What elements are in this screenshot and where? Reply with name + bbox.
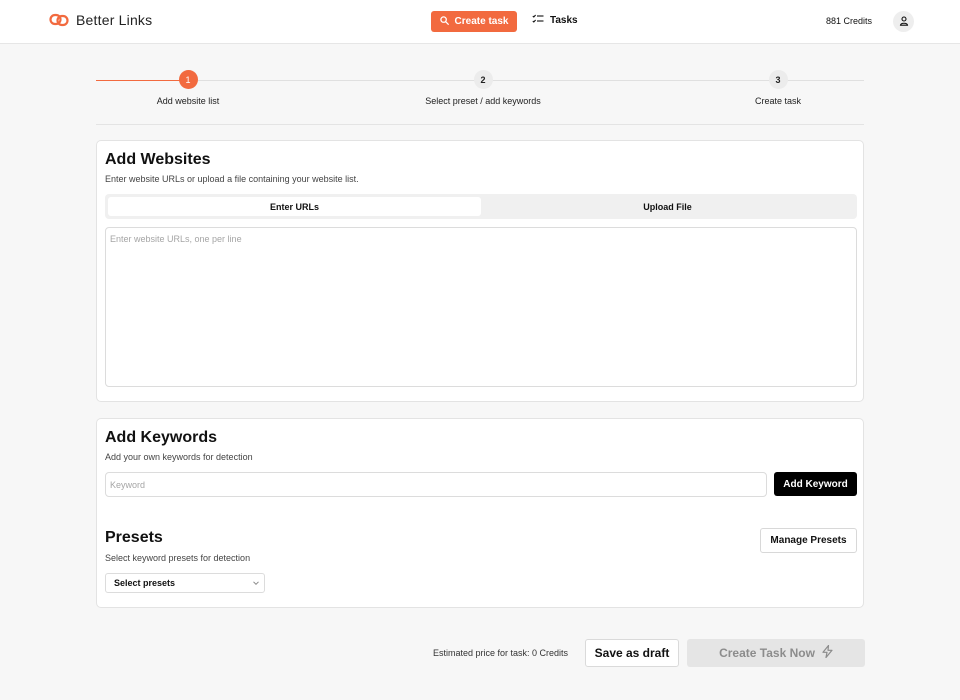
create-task-now-label: Create Task Now	[719, 646, 815, 660]
add-websites-title: Add Websites	[105, 151, 211, 168]
keyword-input[interactable]	[105, 472, 767, 497]
checklist-icon	[532, 14, 550, 27]
step-1-label: Add website list	[156, 96, 220, 106]
presets-subtitle: Select keyword presets for detection	[105, 553, 251, 563]
brand-name: Better Links	[76, 12, 153, 28]
step-1: 1 Add website list	[88, 70, 288, 106]
create-task-now-button[interactable]: Create Task Now	[687, 639, 865, 667]
add-keywords-title: Add Keywords	[105, 429, 218, 446]
step-3-number: 3	[768, 70, 788, 89]
create-task-nav-label: Create task	[454, 16, 509, 27]
add-websites-subtitle: Enter website URLs or upload a file cont…	[105, 174, 359, 184]
keywords-presets-card: Add Keywords Add your own keywords for d…	[96, 418, 864, 608]
manage-presets-button[interactable]: Manage Presets	[760, 528, 857, 553]
estimated-price: Estimated price for task: 0 Credits	[433, 648, 569, 658]
add-keywords-subtitle: Add your own keywords for detection	[105, 452, 253, 462]
step-2-label: Select preset / add keywords	[425, 96, 541, 106]
tasks-nav-label: Tasks	[550, 15, 578, 26]
top-header: Better Links Create task Tasks 881 Credi…	[0, 0, 960, 44]
create-task-nav-button[interactable]: Create task	[431, 11, 517, 32]
step-1-number: 1	[178, 70, 198, 89]
user-avatar-button[interactable]	[893, 11, 914, 32]
website-input-tabs: Enter URLs Upload File	[105, 194, 857, 219]
add-keyword-button[interactable]: Add Keyword	[774, 472, 857, 496]
presets-select[interactable]: Select presets	[105, 573, 265, 593]
progress-stepper: 1 Add website list 2 Select preset / add…	[96, 70, 864, 125]
step-3: 3 Create task	[678, 70, 878, 106]
step-2: 2 Select preset / add keywords	[383, 70, 583, 106]
save-draft-button[interactable]: Save as draft	[585, 639, 679, 667]
user-icon	[899, 13, 909, 31]
step-3-label: Create task	[754, 96, 802, 106]
tab-enter-urls[interactable]: Enter URLs	[108, 197, 481, 216]
tasks-nav-link[interactable]: Tasks	[532, 14, 578, 27]
lightning-icon	[815, 644, 833, 661]
tab-upload-file[interactable]: Upload File	[481, 197, 854, 216]
presets-title: Presets	[105, 529, 163, 546]
link-chain-icon	[49, 13, 69, 27]
add-websites-card: Add Websites Enter website URLs or uploa…	[96, 140, 864, 402]
credits-balance: 881 Credits	[826, 16, 873, 26]
website-urls-textarea[interactable]	[105, 227, 857, 387]
chevron-down-icon	[252, 579, 260, 589]
step-2-number: 2	[473, 70, 493, 89]
search-icon	[439, 15, 455, 28]
brand-logo[interactable]: Better Links	[49, 12, 152, 28]
presets-select-value: Select presets	[114, 578, 176, 588]
